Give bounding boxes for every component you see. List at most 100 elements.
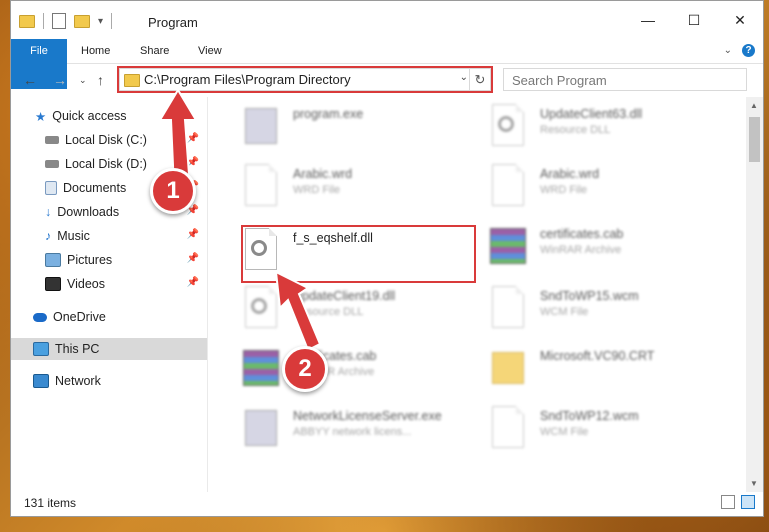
file-description: WRD File — [540, 184, 588, 196]
close-button[interactable]: ✕ — [717, 1, 763, 39]
sidebar-item-label: Documents — [63, 181, 127, 195]
sidebar-item-label: Videos — [67, 277, 105, 291]
toolbar-separator — [111, 13, 113, 29]
minimize-button[interactable]: — — [625, 1, 671, 39]
videos-icon — [45, 277, 61, 291]
file-name: program.exe — [293, 107, 364, 121]
view-switcher — [721, 495, 755, 509]
large-icons-view-icon[interactable] — [741, 495, 755, 509]
documents-icon — [45, 181, 57, 195]
dll-icon — [488, 102, 526, 146]
file-description: WCM File — [540, 306, 589, 318]
back-arrow-icon[interactable]: ← — [23, 72, 37, 88]
download-icon: ↓ — [45, 205, 52, 219]
music-icon: ♪ — [45, 229, 52, 243]
recent-locations-icon[interactable]: ⌄ — [79, 75, 87, 86]
file-explorer-window: ▾ Program — ☐ ✕ File Home Share View ⌄ ?… — [10, 0, 764, 517]
file-icon — [488, 162, 526, 206]
sidebar-item-label: Local Disk (D:) — [65, 157, 147, 171]
search-input[interactable]: Search Program — [503, 68, 747, 91]
exe-icon — [241, 102, 279, 146]
status-bar: 131 items — [11, 490, 763, 516]
file-icon — [241, 162, 279, 206]
title-bar: ▾ Program — ☐ ✕ — [11, 1, 763, 39]
disk-icon — [45, 136, 59, 144]
sidebar-item-music[interactable]: ♪ Music 📌 — [11, 225, 207, 247]
pictures-icon — [45, 253, 61, 267]
sidebar-item-label: OneDrive — [53, 310, 106, 324]
sidebar-item-label: Local Disk (C:) — [65, 133, 147, 147]
file-description: ABBYY network licens... — [293, 426, 412, 438]
customize-toolbar-icon[interactable]: ▾ — [98, 16, 103, 27]
pin-icon[interactable]: 📌 — [187, 229, 199, 240]
tab-home[interactable]: Home — [81, 39, 110, 63]
computer-icon — [33, 342, 49, 356]
sidebar-item-label: Downloads — [57, 205, 120, 219]
step-2-badge: 2 — [282, 346, 328, 392]
toolbar-separator — [43, 13, 44, 29]
new-folder-icon[interactable] — [74, 14, 90, 28]
sidebar-item-this-pc[interactable]: This PC — [11, 338, 207, 360]
list-item[interactable]: SndToWP15.wcm WCM File — [488, 281, 718, 331]
sidebar-item-label: Pictures — [67, 253, 113, 267]
navigation-bar: ← → ⌄ ↑ C:\Program Files\Program Directo… — [11, 63, 763, 97]
file-name: Arabic.wrd — [540, 167, 600, 181]
ribbon-right-controls: ⌄ ? — [724, 44, 755, 57]
list-item[interactable]: program.exe — [241, 99, 471, 149]
file-description: Resource DLL — [540, 124, 611, 136]
list-item[interactable]: Arabic.wrd WRD File — [488, 159, 718, 209]
pin-icon[interactable]: 📌 — [187, 253, 199, 264]
sidebar-item-label: This PC — [55, 342, 100, 356]
star-icon: ★ — [35, 109, 47, 124]
scrollbar-thumb[interactable] — [749, 117, 760, 162]
search-placeholder: Search Program — [512, 73, 607, 88]
tab-share[interactable]: Share — [140, 39, 169, 63]
rar-icon — [488, 222, 526, 266]
scroll-down-icon[interactable]: ▼ — [750, 479, 758, 488]
folder-icon — [19, 14, 35, 28]
quick-access-toolbar: ▾ — [19, 13, 113, 29]
expand-ribbon-icon[interactable]: ⌄ — [724, 45, 732, 56]
file-description: WRD File — [293, 184, 341, 196]
file-name: NetworkLicenseServer.exe — [293, 409, 442, 423]
file-description: WinRAR Archive — [540, 244, 622, 256]
network-icon — [33, 374, 49, 388]
file-name: Microsoft.VC90.CRT — [540, 349, 655, 363]
list-item[interactable]: UpdateClient63.dll Resource DLL — [488, 99, 718, 149]
sidebar-item-onedrive[interactable]: OneDrive — [11, 306, 207, 328]
sidebar-item-label: Quick access — [52, 109, 127, 123]
sidebar-item-network[interactable]: Network — [11, 370, 207, 392]
file-name: Arabic.wrd — [293, 167, 353, 181]
sidebar-item-pictures[interactable]: Pictures 📌 — [11, 249, 207, 271]
sidebar-item-videos[interactable]: Videos 📌 — [11, 273, 207, 295]
maximize-button[interactable]: ☐ — [671, 1, 717, 39]
window-title: Program — [148, 15, 198, 30]
up-arrow-icon[interactable]: ↑ — [97, 72, 104, 88]
forward-arrow-icon[interactable]: → — [53, 72, 67, 88]
file-icon — [488, 404, 526, 448]
folder-icon — [488, 344, 526, 388]
tab-view[interactable]: View — [198, 39, 222, 63]
disk-icon — [45, 160, 59, 168]
item-count: 131 items — [24, 496, 77, 510]
details-view-icon[interactable] — [721, 495, 735, 509]
sidebar-item-label: Music — [57, 229, 90, 243]
exe-icon — [241, 404, 279, 448]
file-name: SndToWP12.wcm — [540, 409, 639, 423]
list-item[interactable]: NetworkLicenseServer.exe ABBYY network l… — [241, 401, 471, 451]
file-name: UpdateClient63.dll — [540, 107, 643, 121]
ribbon-tabs: File Home Share View ⌄ ? — [11, 39, 763, 89]
help-icon[interactable]: ? — [742, 44, 755, 57]
list-item[interactable]: Arabic.wrd WRD File — [241, 159, 471, 209]
vertical-scrollbar[interactable]: ▲ ▼ — [746, 97, 763, 492]
sidebar-item-label: Network — [55, 374, 101, 388]
properties-icon[interactable] — [52, 13, 66, 29]
file-name: SndToWP15.wcm — [540, 289, 639, 303]
pin-icon[interactable]: 📌 — [187, 277, 199, 288]
window-controls: — ☐ ✕ — [625, 1, 763, 39]
file-description: WCM File — [540, 426, 589, 438]
list-item[interactable]: SndToWP12.wcm WCM File — [488, 401, 718, 451]
scroll-up-icon[interactable]: ▲ — [750, 101, 758, 110]
list-item[interactable]: certificates.cab WinRAR Archive — [488, 219, 718, 269]
list-item[interactable]: Microsoft.VC90.CRT — [488, 341, 718, 391]
